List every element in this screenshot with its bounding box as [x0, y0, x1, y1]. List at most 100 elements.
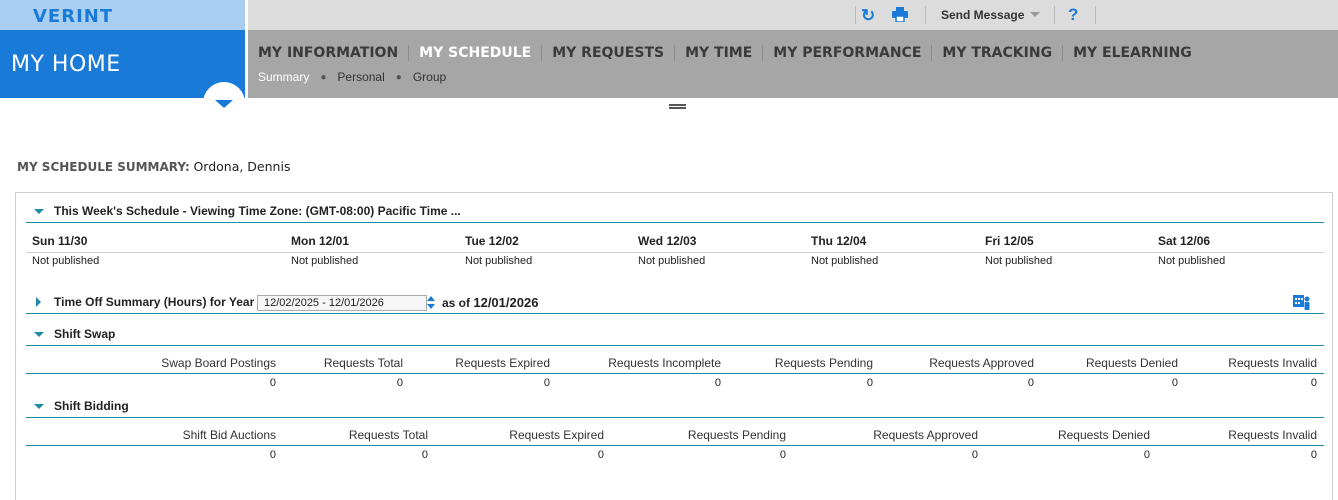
day-header-tue: Tue 12/02: [465, 234, 519, 248]
section-shift-swap[interactable]: Shift Swap: [26, 324, 1324, 346]
column-header: Swap Board Postings: [161, 356, 276, 370]
column-header: Requests Invalid: [1228, 428, 1317, 442]
requests-approved-value: 0: [971, 449, 978, 461]
sub-nav: Summary ● Personal ● Group: [258, 70, 446, 84]
expand-arrow-icon[interactable]: [36, 297, 41, 307]
day-header-sun: Sun 11/30: [32, 234, 88, 248]
section-title: Time Off Summary (Hours) for Year: [54, 295, 255, 309]
day-status-mon: Not published: [291, 255, 359, 267]
collapse-arrow-icon[interactable]: [34, 404, 44, 409]
divider: [925, 6, 926, 24]
tab-my-elearning[interactable]: MY ELEARNING: [1062, 45, 1202, 61]
chevron-down-icon[interactable]: [1030, 12, 1040, 17]
section-title: Shift Swap: [54, 327, 116, 341]
divider: [1054, 6, 1055, 24]
separator-dot: ●: [320, 71, 327, 83]
tab-my-schedule[interactable]: MY SCHEDULE: [408, 45, 541, 61]
divider: [26, 445, 1324, 446]
swap-board-postings-value: 0: [269, 377, 276, 389]
requests-pending-value: 0: [779, 449, 786, 461]
requests-expired-value: 0: [597, 449, 604, 461]
tab-my-performance[interactable]: MY PERFORMANCE: [762, 45, 931, 61]
collapse-header-handle[interactable]: [669, 104, 686, 109]
requests-approved-value: 0: [1027, 377, 1034, 389]
column-header: Requests Pending: [774, 356, 873, 370]
tab-my-information[interactable]: MY INFORMATION: [258, 45, 408, 61]
section-time-off[interactable]: Time Off Summary (Hours) for Year: [26, 292, 1324, 314]
requests-expired-value: 0: [543, 377, 550, 389]
chevron-up-icon[interactable]: [427, 296, 435, 301]
requests-total-value: 0: [421, 449, 428, 461]
section-shift-bidding[interactable]: Shift Bidding: [26, 396, 1324, 418]
shift-bid-auctions-value: 0: [269, 449, 276, 461]
schedule-summary-panel: This Week's Schedule - Viewing Time Zone…: [15, 192, 1333, 500]
help-icon[interactable]: ?: [1068, 5, 1078, 25]
requests-incomplete-value: 0: [714, 377, 721, 389]
day-status-thu: Not published: [811, 255, 879, 267]
user-name: Ordona, Dennis: [193, 159, 291, 174]
day-header-wed: Wed 12/03: [638, 234, 697, 248]
chevron-down-icon[interactable]: [427, 304, 435, 309]
collapse-arrow-icon[interactable]: [34, 332, 44, 337]
as-of-text: as of 12/01/2026: [442, 295, 538, 310]
as-of-date: 12/01/2026: [473, 295, 539, 310]
section-this-week[interactable]: This Week's Schedule - Viewing Time Zone…: [26, 201, 1324, 223]
requests-pending-value: 0: [866, 377, 873, 389]
requests-total-value: 0: [396, 377, 403, 389]
divider: [26, 252, 1324, 253]
page-title: MY SCHEDULE SUMMARY: Ordona, Dennis: [17, 159, 290, 174]
divider: [26, 373, 1324, 374]
verint-logo[interactable]: VERINT: [33, 6, 113, 27]
day-status-sat: Not published: [1158, 255, 1226, 267]
column-header: Requests Invalid: [1228, 356, 1317, 370]
column-header: Requests Expired: [509, 428, 604, 442]
day-status-sun: Not published: [32, 255, 100, 267]
requests-invalid-value: 0: [1310, 449, 1317, 461]
column-header: Requests Denied: [1057, 428, 1150, 442]
requests-denied-value: 0: [1171, 377, 1178, 389]
section-title: This Week's Schedule - Viewing Time Zone…: [54, 204, 461, 218]
my-home-title[interactable]: MY HOME: [11, 52, 121, 77]
requests-invalid-value: 0: [1310, 377, 1317, 389]
top-header: VERINT MY HOME ↻ Send Message ? MY INFOR…: [0, 0, 1338, 124]
main-nav: MY INFORMATION MY SCHEDULE MY REQUESTS M…: [248, 30, 1338, 98]
as-of-label: as of: [442, 296, 471, 310]
my-home-panel: MY HOME: [0, 30, 245, 124]
subtab-personal[interactable]: Personal: [337, 70, 384, 84]
day-status-fri: Not published: [985, 255, 1053, 267]
home-menu-toggle[interactable]: [203, 82, 245, 124]
requests-denied-value: 0: [1143, 449, 1150, 461]
brand-bar: VERINT: [0, 0, 245, 30]
day-status-tue: Not published: [465, 255, 533, 267]
column-header: Requests Total: [348, 428, 428, 442]
column-header: Requests Expired: [455, 356, 550, 370]
divider: [1095, 6, 1096, 24]
divider: [855, 6, 856, 24]
column-header: Requests Approved: [873, 428, 978, 442]
date-range-select[interactable]: 12/02/2025 - 12/01/2026: [257, 295, 427, 311]
send-message-button[interactable]: Send Message: [941, 8, 1024, 22]
utility-bar: ↻ Send Message ?: [248, 0, 1338, 30]
subtab-group[interactable]: Group: [413, 70, 446, 84]
date-range-spinner[interactable]: [427, 296, 437, 311]
chevron-down-icon: [215, 100, 233, 108]
tab-my-requests[interactable]: MY REQUESTS: [541, 45, 674, 61]
tab-my-tracking[interactable]: MY TRACKING: [931, 45, 1062, 61]
section-title: Shift Bidding: [54, 399, 129, 413]
tab-my-time[interactable]: MY TIME: [674, 45, 762, 61]
separator-dot: ●: [395, 71, 402, 83]
refresh-icon[interactable]: ↻: [861, 6, 875, 26]
print-icon[interactable]: [892, 7, 908, 22]
day-header-fri: Fri 12/05: [985, 234, 1034, 248]
column-header: Requests Denied: [1085, 356, 1178, 370]
column-header: Requests Total: [323, 356, 403, 370]
collapse-arrow-icon[interactable]: [34, 209, 44, 214]
subtab-summary[interactable]: Summary: [258, 70, 309, 84]
schedule-person-icon[interactable]: [1292, 293, 1312, 311]
column-header: Requests Pending: [687, 428, 786, 442]
column-header: Shift Bid Auctions: [182, 428, 276, 442]
day-header-sat: Sat 12/06: [1158, 234, 1211, 248]
column-header: Requests Incomplete: [608, 356, 721, 370]
column-header: Requests Approved: [929, 356, 1034, 370]
day-header-mon: Mon 12/01: [291, 234, 350, 248]
